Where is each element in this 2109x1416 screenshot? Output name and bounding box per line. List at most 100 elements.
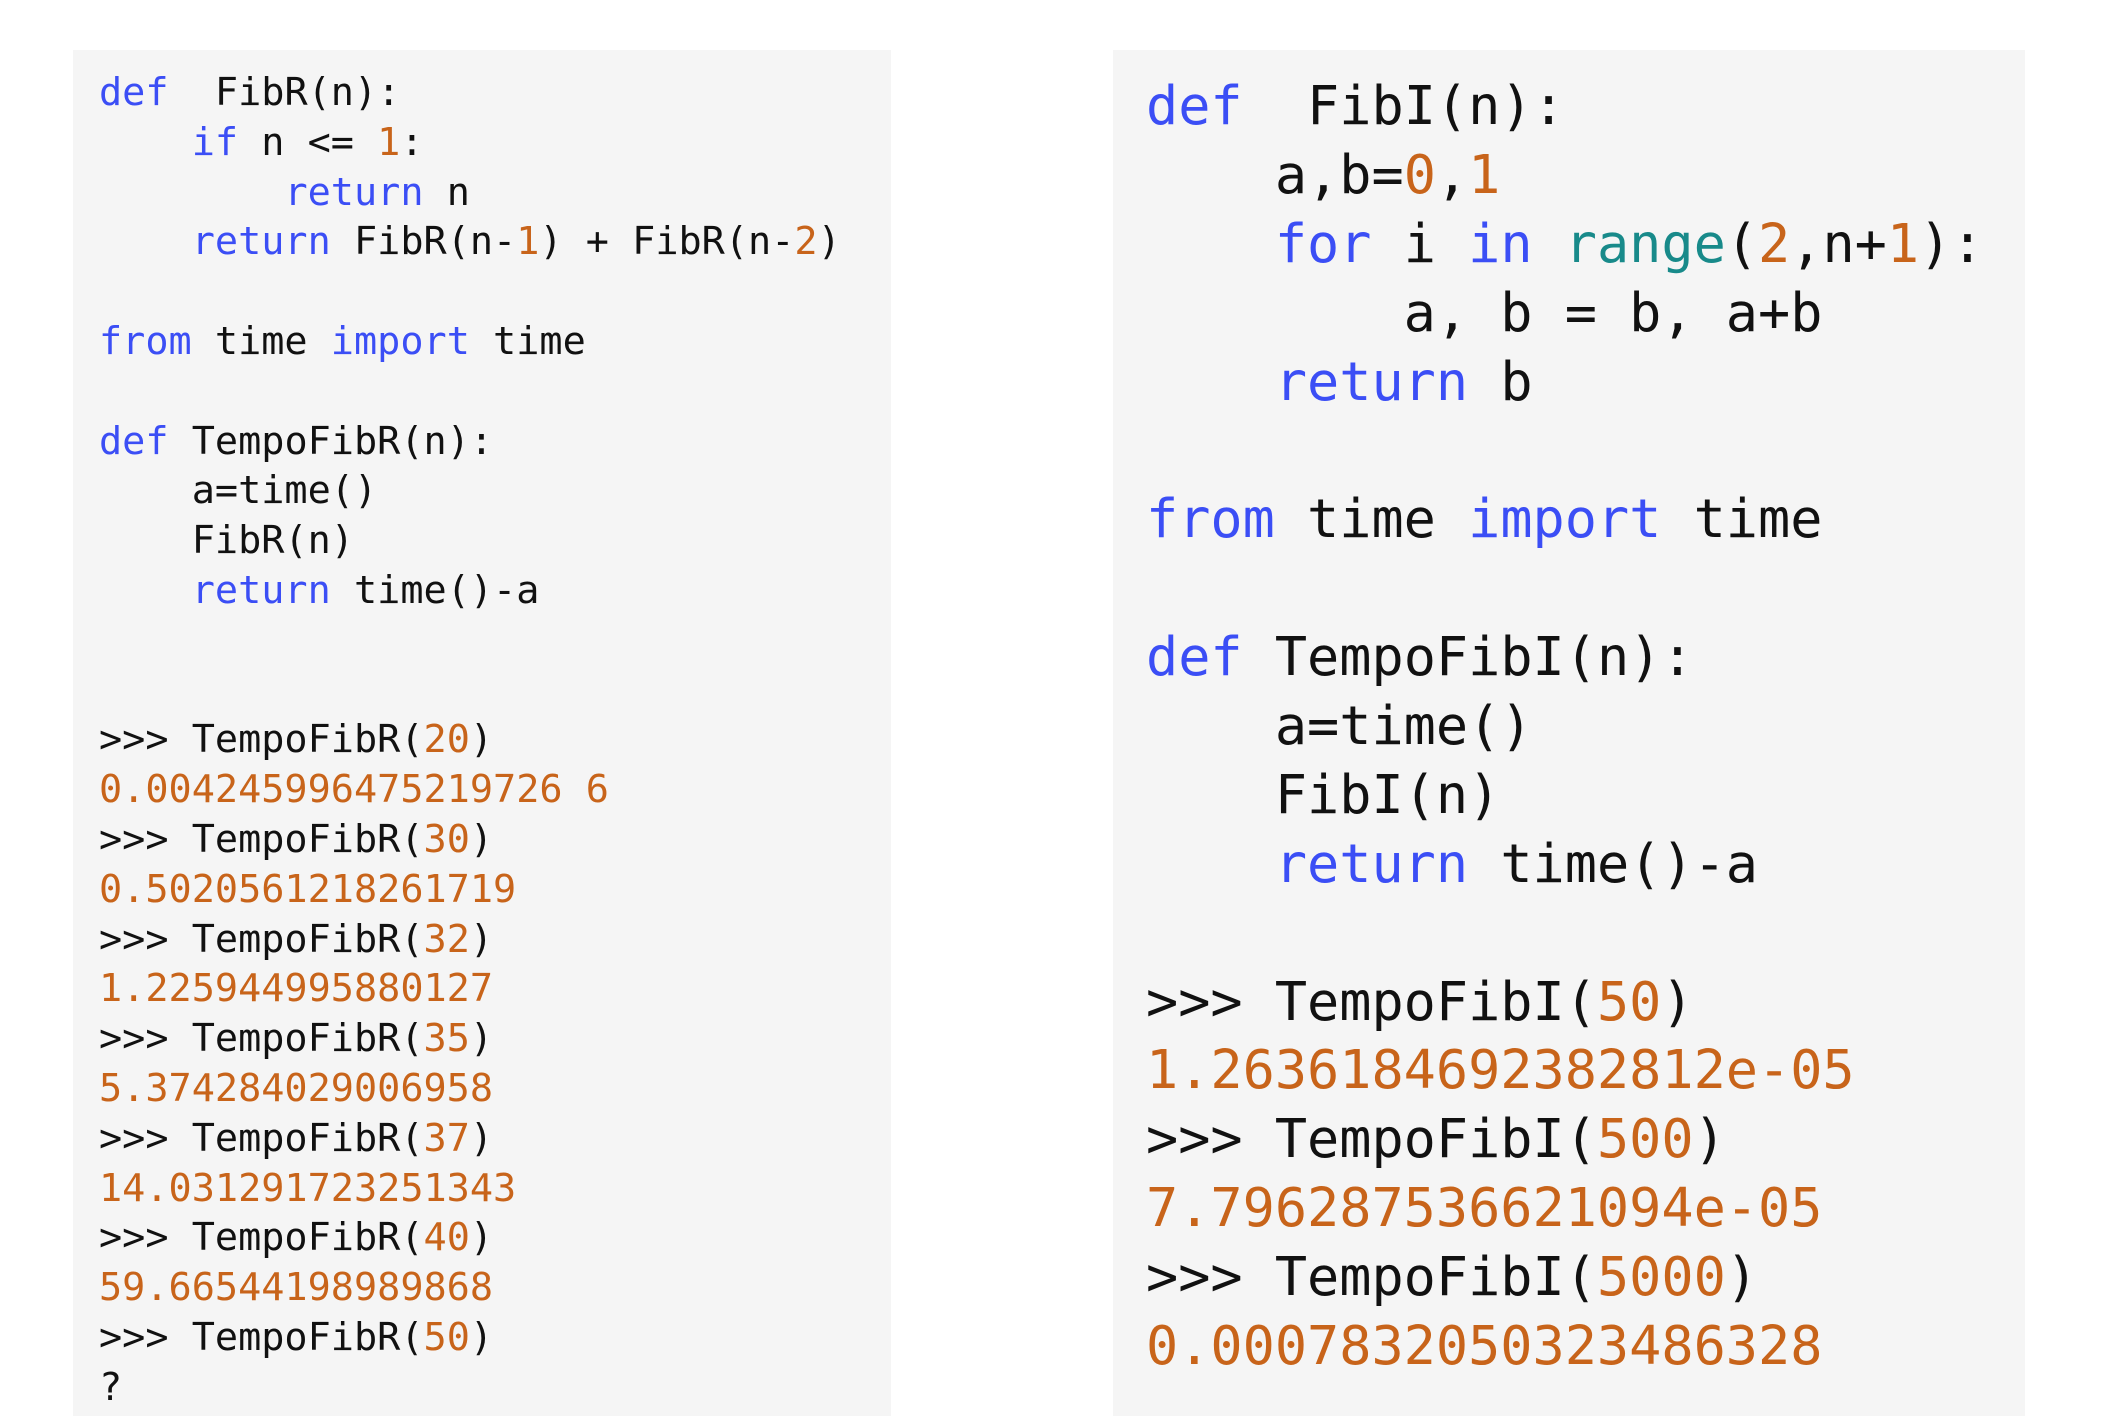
code-token: b (1468, 349, 1533, 413)
code-token: ) (469, 1314, 494, 1360)
code-token: n (423, 169, 470, 215)
code-token: time()-a (1468, 831, 1758, 895)
number-token: 50 (423, 1314, 470, 1360)
code-token: a,b= (1146, 142, 1404, 206)
keyword-token: for (1274, 211, 1372, 275)
number-token: 1 (1468, 142, 1501, 206)
code-line: >>> TempoFibR(40) (99, 1213, 891, 1263)
number-token: 1 (516, 219, 540, 265)
code-line: def TempoFibI(n): (1146, 623, 2025, 692)
number-token: 40 (423, 1215, 470, 1261)
code-line: return b (1146, 348, 2025, 417)
code-line: >>> TempoFibR(50) (99, 1313, 891, 1363)
keyword-token: from (1146, 487, 1275, 551)
code-line: >>> TempoFibR(35) (99, 1014, 891, 1064)
keyword-token: def (1146, 74, 1243, 137)
code-line: a=time() (99, 466, 891, 516)
code-line: return FibR(n-1) + FibR(n-2) (99, 217, 891, 267)
code-token: ) (469, 1215, 494, 1261)
code-token: ) (469, 816, 494, 862)
code-line: >>> TempoFibR(32) (99, 915, 891, 965)
keyword-token: in (1468, 211, 1533, 275)
code-token: FibI(n): (1242, 74, 1565, 137)
code-token: ( (1725, 211, 1759, 275)
keyword-token: return (1274, 831, 1469, 895)
code-token: FibR(n- (330, 219, 517, 265)
code-token: time (191, 318, 331, 364)
number-token: 2 (794, 219, 818, 265)
code-line: >>> TempoFibI(500) (1146, 1105, 2025, 1174)
code-token: a, b = b, a+b (1146, 280, 1823, 344)
code-token: : (400, 119, 424, 165)
code-token: >>> TempoFibR( (99, 1016, 424, 1062)
number-token: 37 (423, 1115, 470, 1161)
code-token: i (1371, 211, 1469, 275)
code-line: 0.0007832050323486328 (1146, 1312, 2025, 1381)
code-token: ? (99, 1364, 123, 1410)
builtin-token: range (1564, 211, 1726, 275)
keyword-token: if (191, 119, 239, 165)
code-token: ) + FibR(n- (539, 219, 795, 265)
code-token: time()-a (330, 567, 540, 613)
code-token: ,n+ (1790, 211, 1887, 275)
output-token: 59.66544198989868 (99, 1265, 494, 1311)
code-token: ) (469, 1115, 494, 1161)
keyword-token: import (330, 318, 470, 364)
output-token: 0.0007832050323486328 (1146, 1314, 1823, 1378)
code-token: TempoFibR(n): (168, 418, 494, 464)
code-token: ) (469, 916, 494, 962)
code-token: a=time() (99, 468, 378, 514)
code-token: FibR(n) (99, 518, 354, 564)
code-token: ) (817, 219, 841, 265)
code-line: return time()-a (1146, 830, 2025, 899)
number-token: 5000 (1596, 1245, 1726, 1309)
output-token: 0.5020561218261719 (99, 866, 517, 912)
code-line: >>> TempoFibR(37) (99, 1114, 891, 1164)
keyword-token: from (99, 318, 192, 364)
keyword-token: return (191, 567, 331, 613)
code-token: >>> TempoFibR( (99, 916, 424, 962)
code-line: return time()-a (99, 566, 891, 616)
code-line: ? (99, 1363, 891, 1413)
number-token: 500 (1596, 1107, 1694, 1171)
code-token: ) (1693, 1107, 1726, 1171)
code-token: >>> TempoFibI( (1146, 1107, 1597, 1171)
number-token: 50 (1596, 969, 1662, 1033)
code-line: >>> TempoFibI(5000) (1146, 1243, 2025, 1312)
code-line: a, b = b, a+b (1146, 279, 2025, 348)
code-token: time (1661, 487, 1823, 551)
recursive-fibonacci-code-panel: def FibR(n): if n <= 1: return n return … (73, 50, 891, 1416)
code-line: 1.225944995880127 (99, 964, 891, 1014)
code-line: return n (99, 168, 891, 218)
code-line: for i in range(2,n+1): (1146, 210, 2025, 279)
code-line: 59.66544198989868 (99, 1263, 891, 1313)
keyword-token: def (99, 418, 169, 464)
code-token: >>> TempoFibI( (1146, 1245, 1597, 1309)
output-token: 5.374284029006958 (99, 1065, 494, 1111)
number-token: 30 (423, 816, 470, 862)
code-line: from time import time (99, 317, 891, 367)
output-token: 1.2636184692382812e-05 (1146, 1038, 1855, 1102)
code-line: 5.374284029006958 (99, 1064, 891, 1114)
code-token: >>> TempoFibR( (99, 1314, 424, 1360)
iterative-fibonacci-code-panel: def FibI(n): a,b=0,1 for i in range(2,n+… (1113, 50, 2025, 1416)
code-token: FibR(n): (168, 70, 401, 115)
code-token: time (469, 318, 586, 364)
code-token: >>> TempoFibR( (99, 1115, 424, 1161)
number-token: 20 (423, 717, 470, 763)
code-token: >>> TempoFibR( (99, 1215, 424, 1261)
